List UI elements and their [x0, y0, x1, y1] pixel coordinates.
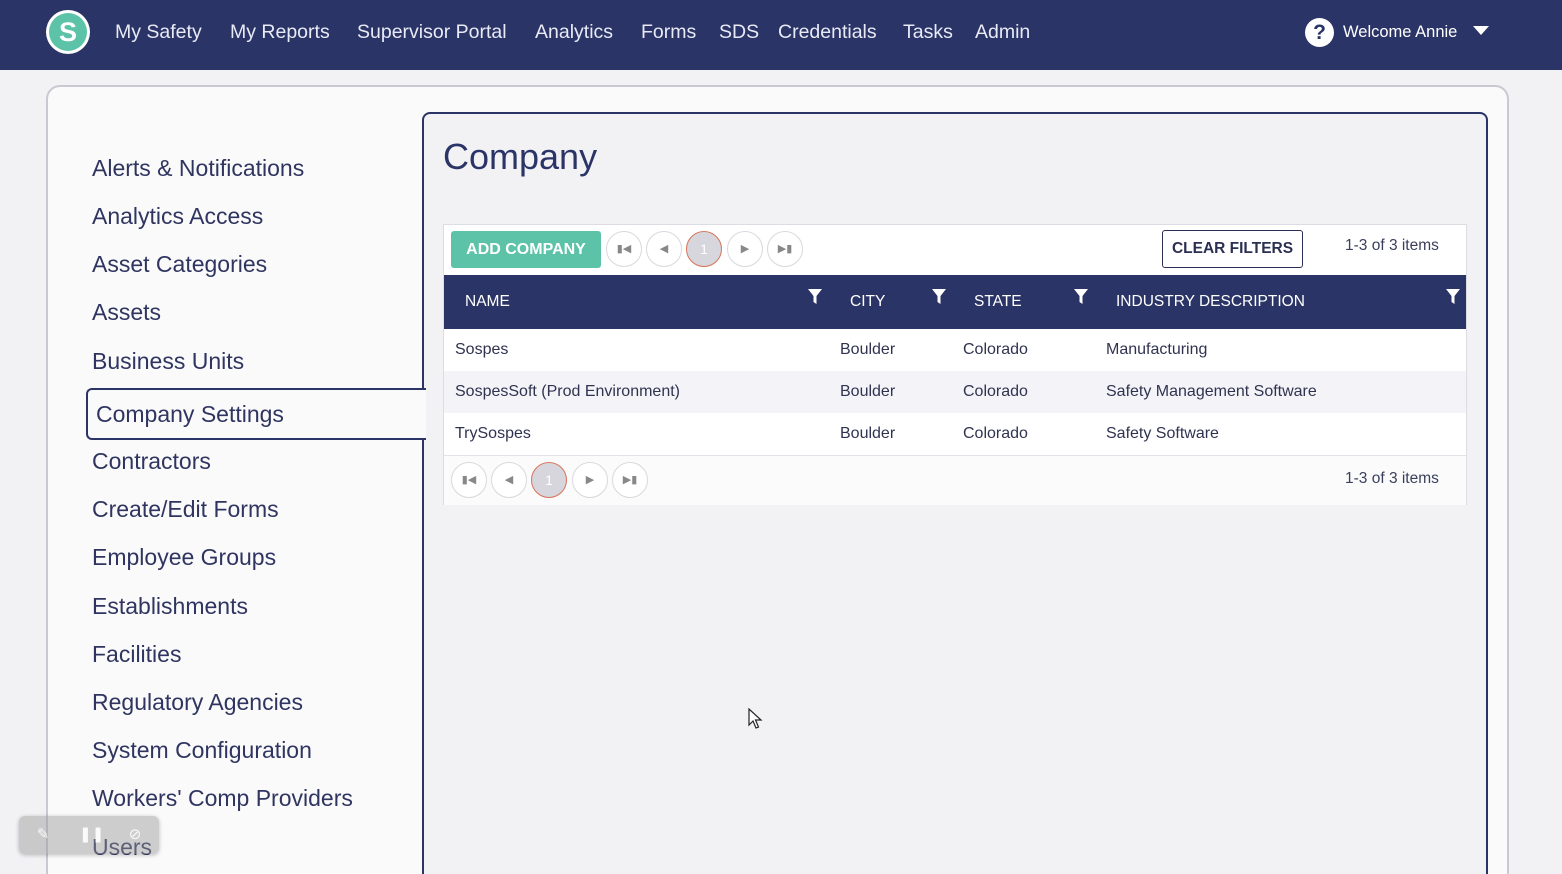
page-last-icon[interactable]: ▶▮ — [612, 462, 648, 498]
recording-overlay-toolbar: ✎ ❚❚ ⊘ — [19, 816, 159, 854]
sidebar-item-employee-groups[interactable]: Employee Groups — [92, 541, 276, 573]
page-first-icon[interactable]: ▮◀ — [606, 231, 642, 267]
sidebar-item-workers-comp-providers[interactable]: Workers' Comp Providers — [92, 782, 353, 814]
nav-my-safety[interactable]: My Safety — [115, 19, 202, 45]
grid-toolbar: ADD COMPANY ▮◀ ◀ 1 ▶ ▶▮ CLEAR FILTERS 1-… — [444, 225, 1466, 275]
sidebar-item-establishments[interactable]: Establishments — [92, 590, 248, 622]
cell-name: TrySospes — [455, 425, 531, 442]
grid-header: NAME CITY STATE INDUSTRY DESCRIPTION — [444, 275, 1466, 329]
logo-letter: S — [49, 13, 87, 51]
sidebar-item-business-units[interactable]: Business Units — [92, 345, 244, 377]
cell-state: Colorado — [963, 341, 1028, 358]
mouse-pointer-icon — [748, 708, 763, 729]
cell-name: Sospes — [455, 341, 509, 358]
nav-tasks[interactable]: Tasks — [903, 19, 953, 45]
table-row[interactable]: Sospes Boulder Colorado Manufacturing — [444, 329, 1466, 371]
caret-down-icon[interactable] — [1473, 26, 1489, 35]
page-prev-icon[interactable]: ◀ — [646, 231, 682, 267]
table-row[interactable]: TrySospes Boulder Colorado Safety Softwa… — [444, 413, 1466, 455]
table-row[interactable]: SospesSoft (Prod Environment) Boulder Co… — [444, 371, 1466, 413]
nav-my-reports[interactable]: My Reports — [230, 19, 330, 45]
page-title: Company — [443, 136, 598, 177]
sidebar-item-assets[interactable]: Assets — [92, 296, 161, 328]
grid-footer: ▮◀ ◀ 1 ▶ ▶▮ 1-3 of 3 items — [444, 455, 1466, 505]
page-number-current[interactable]: 1 — [686, 231, 722, 267]
page-prev-icon[interactable]: ◀ — [491, 462, 527, 498]
cell-state: Colorado — [963, 383, 1028, 400]
cell-industry: Manufacturing — [1106, 341, 1208, 358]
column-header-city[interactable]: CITY — [850, 292, 885, 312]
sidebar-item-system-configuration[interactable]: System Configuration — [92, 734, 312, 766]
clear-filters-button[interactable]: CLEAR FILTERS — [1162, 230, 1303, 268]
help-question-icon[interactable]: ? — [1305, 18, 1334, 47]
filter-icon[interactable] — [932, 289, 946, 305]
cell-city: Boulder — [840, 341, 896, 358]
cell-city: Boulder — [840, 383, 896, 400]
top-navigation-bar: S My Safety My Reports Supervisor Portal… — [0, 0, 1562, 70]
page-number-current[interactable]: 1 — [531, 462, 567, 498]
page-next-icon[interactable]: ▶ — [727, 231, 763, 267]
nav-credentials[interactable]: Credentials — [778, 19, 877, 45]
filter-icon[interactable] — [808, 289, 822, 305]
cell-name: SospesSoft (Prod Environment) — [455, 383, 680, 400]
sidebar-item-create-edit-forms[interactable]: Create/Edit Forms — [92, 493, 279, 525]
item-count: 1-3 of 3 items — [1345, 237, 1439, 254]
column-header-industry-description[interactable]: INDUSTRY DESCRIPTION — [1116, 292, 1305, 312]
cell-industry: Safety Software — [1106, 425, 1219, 442]
page-last-icon[interactable]: ▶▮ — [767, 231, 803, 267]
sidebar-item-label: Company Settings — [96, 401, 284, 427]
hide-icon[interactable]: ⊘ — [125, 825, 145, 845]
filter-icon[interactable] — [1074, 289, 1088, 305]
sidebar-item-alerts-notifications[interactable]: Alerts & Notifications — [92, 152, 304, 184]
sidebar-item-asset-categories[interactable]: Asset Categories — [92, 248, 267, 280]
page-first-icon[interactable]: ▮◀ — [451, 462, 487, 498]
cell-city: Boulder — [840, 425, 896, 442]
edit-icon[interactable]: ✎ — [33, 825, 53, 845]
nav-supervisor-portal[interactable]: Supervisor Portal — [357, 19, 507, 45]
sidebar-item-company-settings[interactable]: Company Settings — [86, 388, 426, 440]
sidebar-item-analytics-access[interactable]: Analytics Access — [92, 200, 263, 232]
user-menu-label[interactable]: Welcome Annie — [1343, 21, 1457, 43]
cell-state: Colorado — [963, 425, 1028, 442]
filter-icon[interactable] — [1446, 289, 1460, 305]
company-grid: ADD COMPANY ▮◀ ◀ 1 ▶ ▶▮ CLEAR FILTERS 1-… — [443, 224, 1467, 505]
sospes-logo-icon[interactable]: S — [46, 10, 90, 54]
nav-analytics[interactable]: Analytics — [535, 19, 613, 45]
column-header-state[interactable]: STATE — [974, 292, 1022, 312]
cell-industry: Safety Management Software — [1106, 383, 1317, 400]
nav-sds[interactable]: SDS — [719, 19, 759, 45]
nav-admin[interactable]: Admin — [975, 19, 1030, 45]
pause-icon[interactable]: ❚❚ — [79, 825, 104, 845]
column-header-name[interactable]: NAME — [465, 292, 510, 312]
sidebar-item-regulatory-agencies[interactable]: Regulatory Agencies — [92, 686, 303, 718]
page-next-icon[interactable]: ▶ — [572, 462, 608, 498]
sidebar-item-contractors[interactable]: Contractors — [92, 445, 211, 477]
sidebar-item-facilities[interactable]: Facilities — [92, 638, 181, 670]
add-company-button[interactable]: ADD COMPANY — [451, 231, 601, 268]
nav-forms[interactable]: Forms — [641, 19, 696, 45]
item-count: 1-3 of 3 items — [1345, 470, 1439, 487]
